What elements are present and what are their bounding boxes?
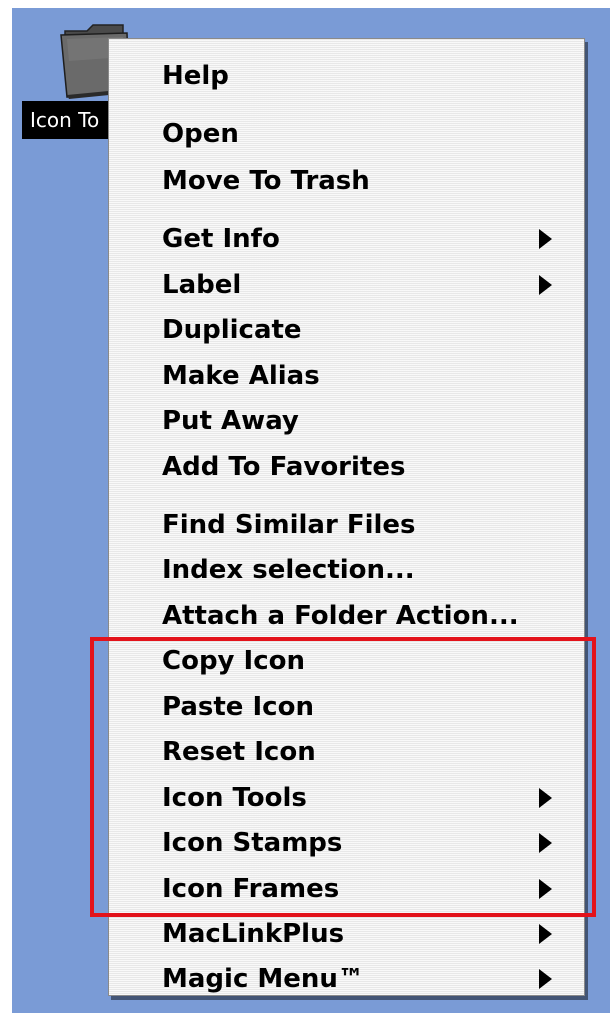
menu-item-label: Open (162, 119, 239, 149)
menu-item-copy-icon[interactable]: Copy Icon (109, 640, 584, 682)
menu-item-magic-menu[interactable]: Magic Menu™ (109, 958, 584, 996)
menu-item-label: Get Info (162, 224, 280, 254)
menu-item-index-selection[interactable]: Index selection... (109, 549, 584, 591)
submenu-arrow-icon (539, 879, 552, 899)
menu-item-label: Attach a Folder Action... (162, 601, 519, 631)
menu-item-label: Icon Tools (162, 783, 307, 813)
menu-item-maclinkplus[interactable]: MacLinkPlus (109, 913, 584, 955)
menu-item-label: Duplicate (162, 315, 302, 345)
menu-item-label: Label (162, 270, 242, 300)
menu-item-label: Add To Favorites (162, 452, 406, 482)
menu-item-label: Help (162, 61, 229, 91)
menu-item-put-away[interactable]: Put Away (109, 400, 584, 442)
menu-item-label: Paste Icon (162, 692, 314, 722)
menu-item-get-info[interactable]: Get Info (109, 218, 584, 260)
menu-item-move-to-trash[interactable]: Move To Trash (109, 160, 584, 202)
menu-item-add-to-favorites[interactable]: Add To Favorites (109, 446, 584, 488)
menu-item-open[interactable]: Open (109, 113, 584, 155)
menu-item-label: Index selection... (162, 555, 415, 585)
context-menu: Help Open Move To Trash Get Info Label D… (108, 38, 585, 996)
menu-item-label: Copy Icon (162, 646, 306, 676)
menu-item-icon-frames[interactable]: Icon Frames (109, 868, 584, 910)
submenu-arrow-icon (539, 833, 552, 853)
menu-item-paste-icon[interactable]: Paste Icon (109, 686, 584, 728)
submenu-arrow-icon (539, 969, 552, 989)
menu-item-icon-stamps[interactable]: Icon Stamps (109, 822, 584, 864)
menu-item-attach-folder-action[interactable]: Attach a Folder Action... (109, 595, 584, 637)
menu-item-make-alias[interactable]: Make Alias (109, 355, 584, 397)
submenu-arrow-icon (539, 275, 552, 295)
menu-item-label-submenu[interactable]: Label (109, 264, 584, 306)
menu-item-label: Magic Menu™ (162, 964, 364, 994)
menu-item-label: Make Alias (162, 361, 320, 391)
menu-item-label: Find Similar Files (162, 510, 416, 540)
menu-item-label: Move To Trash (162, 166, 370, 196)
menu-item-label: Icon Frames (162, 874, 340, 904)
menu-item-reset-icon[interactable]: Reset Icon (109, 731, 584, 773)
menu-item-label: MacLinkPlus (162, 919, 345, 949)
submenu-arrow-icon (539, 788, 552, 808)
menu-item-help[interactable]: Help (109, 55, 584, 97)
menu-item-label: Reset Icon (162, 737, 316, 767)
menu-item-icon-tools[interactable]: Icon Tools (109, 777, 584, 819)
menu-item-find-similar-files[interactable]: Find Similar Files (109, 504, 584, 546)
submenu-arrow-icon (539, 229, 552, 249)
submenu-arrow-icon (539, 924, 552, 944)
menu-item-label: Icon Stamps (162, 828, 343, 858)
menu-item-label: Put Away (162, 406, 299, 436)
menu-item-duplicate[interactable]: Duplicate (109, 309, 584, 351)
